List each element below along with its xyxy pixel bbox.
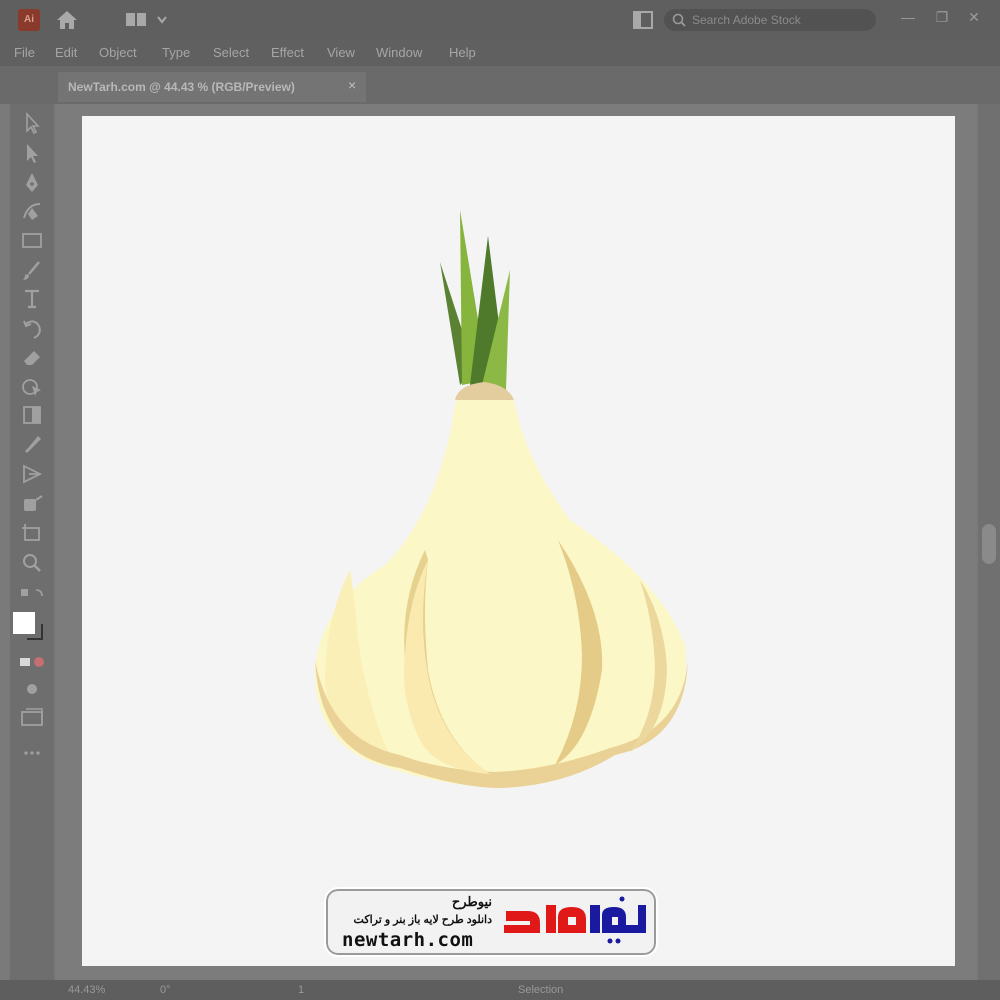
menu-effect[interactable]: Effect — [271, 45, 304, 60]
menu-help[interactable]: Help — [449, 45, 476, 60]
menu-object[interactable]: Object — [99, 45, 137, 60]
stroke-color-swatch[interactable] — [27, 624, 43, 640]
search-box[interactable] — [664, 9, 876, 31]
color-mode-icon[interactable] — [18, 650, 46, 676]
type-tool-icon[interactable] — [18, 286, 46, 312]
eraser-tool-icon[interactable] — [18, 344, 46, 370]
watermark-title: نیوطرح — [451, 894, 492, 909]
tools-panel — [10, 104, 54, 980]
garlic-illustration[interactable] — [310, 200, 700, 800]
document-tab[interactable]: NewTarh.com @ 44.43 % (RGB/Preview) × — [58, 72, 366, 102]
watermark-url: newtarh.com — [342, 929, 474, 951]
zoom-level[interactable]: 44.43% — [68, 984, 105, 996]
selection-tool-icon[interactable] — [18, 110, 46, 136]
menu-file[interactable]: File — [14, 45, 35, 60]
watermark-subtitle: دانلود طرح لایه باز بنر و تراکت — [353, 914, 492, 926]
menu-view[interactable]: View — [327, 45, 355, 60]
swap-fill-stroke-icon[interactable] — [18, 584, 46, 610]
menu-type[interactable]: Type — [162, 45, 190, 60]
search-input[interactable] — [692, 12, 862, 28]
close-window-button[interactable]: ✕ — [960, 6, 988, 28]
app-logo: Ai — [18, 9, 40, 31]
blend-tool-icon[interactable] — [18, 460, 46, 486]
minimize-button[interactable]: — — [894, 6, 922, 28]
symbol-sprayer-tool-icon[interactable] — [18, 490, 46, 516]
tab-close-icon[interactable]: × — [348, 77, 356, 93]
curvature-tool-icon[interactable] — [18, 198, 46, 224]
status-bar: 44.43% 0° 1 Selection — [0, 980, 1000, 1000]
title-bar: Ai — ❐ ✕ — [0, 0, 1000, 40]
rotation-value[interactable]: 0° — [160, 984, 171, 996]
newtarh-watermark: نیوطرح دانلود طرح لایه باز بنر و تراکت n… — [324, 887, 658, 957]
menu-edit[interactable]: Edit — [55, 45, 77, 60]
menu-select[interactable]: Select — [213, 45, 249, 60]
vertical-scrollbar[interactable] — [978, 104, 1000, 980]
workspace-switcher-button[interactable] — [124, 11, 172, 29]
menu-bar: File Edit Object Type Select Effect View… — [0, 40, 1000, 66]
pen-tool-icon[interactable] — [18, 170, 46, 196]
zoom-tool-icon[interactable] — [18, 550, 46, 576]
current-tool-status: Selection — [518, 984, 564, 996]
arrange-documents-icon[interactable] — [632, 10, 654, 30]
gradient-tool-icon[interactable] — [18, 402, 46, 428]
screen-mode-icon[interactable] — [18, 704, 46, 730]
artboard-tool-icon[interactable] — [18, 520, 46, 546]
drawing-mode-icon[interactable] — [18, 676, 46, 702]
home-icon[interactable] — [54, 8, 80, 32]
artboard-number[interactable]: 1 — [298, 984, 304, 996]
restore-button[interactable]: ❐ — [928, 6, 956, 28]
newtarh-logo — [498, 893, 648, 951]
rectangle-tool-icon[interactable] — [18, 228, 46, 254]
shape-builder-tool-icon[interactable] — [18, 374, 46, 400]
rotate-tool-icon[interactable] — [18, 316, 46, 342]
scrollbar-thumb[interactable] — [982, 524, 996, 564]
direct-selection-tool-icon[interactable] — [18, 140, 46, 166]
eyedropper-tool-icon[interactable] — [18, 432, 46, 458]
menu-window[interactable]: Window — [376, 45, 422, 60]
document-tab-label: NewTarh.com @ 44.43 % (RGB/Preview) — [68, 80, 295, 94]
paintbrush-tool-icon[interactable] — [18, 258, 46, 284]
search-icon — [672, 13, 686, 27]
more-tools-icon[interactable] — [18, 740, 46, 766]
